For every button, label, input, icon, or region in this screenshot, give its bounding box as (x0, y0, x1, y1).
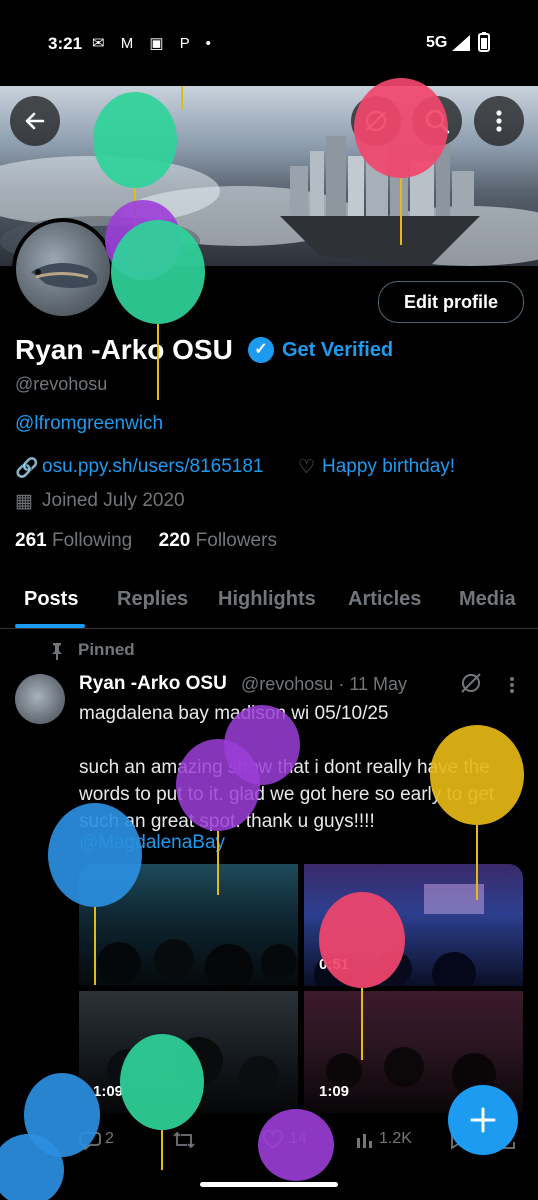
pinned-label: Pinned (78, 640, 135, 659)
media-video-2[interactable]: 1:09 (79, 991, 298, 1113)
verified-badge-icon: ✓ (248, 337, 274, 363)
bio-mention-link[interactable]: @lfromgreenwich (15, 413, 163, 435)
status-time: 3:21 (48, 34, 83, 53)
joined-date: Joined July 2020 (42, 490, 185, 511)
status-bar: 3:21 ✉ M ▣ P • 5G (0, 0, 538, 86)
video-duration: 0:51 (319, 956, 350, 973)
tab-replies[interactable]: Replies (117, 588, 188, 611)
like-count: 14 (289, 1130, 307, 1147)
lizard-image (31, 263, 98, 288)
more-vertical-icon (496, 110, 502, 132)
plus-icon (470, 1107, 496, 1133)
tab-posts[interactable]: Posts (24, 588, 78, 611)
more-vertical-icon[interactable] (509, 676, 515, 694)
views-icon[interactable] (355, 1130, 375, 1150)
followers-link[interactable]: 220 Followers (159, 530, 277, 551)
gesture-nav-handle (200, 1182, 338, 1187)
video-duration: 1:09 (319, 1083, 350, 1100)
battery-icon (478, 32, 490, 52)
tab-media[interactable]: Media (459, 588, 516, 611)
reply-icon[interactable] (79, 1130, 101, 1150)
back-button[interactable] (10, 96, 60, 146)
search-button[interactable] (412, 96, 462, 146)
notification-icons: ✉ M ▣ P • (92, 35, 217, 52)
grok-button[interactable] (351, 96, 401, 146)
follow-stats: 261 Following 220 Followers (15, 530, 277, 552)
grok-icon (365, 110, 387, 132)
search-icon (425, 109, 450, 134)
compose-post-button[interactable] (448, 1085, 518, 1155)
active-tab-indicator (15, 624, 85, 628)
reply-count: 2 (105, 1130, 114, 1147)
birthday-link[interactable]: Happy birthday! (322, 456, 455, 478)
profile-tabs: Posts Replies Highlights Articles Media (0, 570, 538, 629)
signal-icon (452, 35, 470, 51)
post-author-name[interactable]: Ryan -Arko OSU (79, 673, 227, 695)
profile-display-name: Ryan -Arko OSU (15, 334, 233, 365)
tab-articles[interactable]: Articles (348, 588, 421, 611)
network-label: 5G (426, 34, 448, 51)
website-link[interactable]: osu.ppy.sh/users/8165181 (42, 456, 263, 478)
get-verified-link[interactable]: Get Verified (282, 339, 393, 362)
edit-profile-button[interactable]: Edit profile (378, 281, 524, 323)
profile-avatar[interactable] (12, 218, 114, 320)
media-photo-1[interactable] (79, 864, 298, 986)
video-duration: 1:09 (93, 1083, 124, 1100)
tab-highlights[interactable]: Highlights (218, 588, 316, 611)
following-link[interactable]: 261 Following (15, 530, 132, 551)
post-author-avatar[interactable] (15, 674, 65, 724)
link-icon: 🔗 (15, 458, 39, 479)
following-label: Following (51, 530, 133, 551)
post-mention-link[interactable]: @MagdalenaBay (79, 832, 225, 854)
repost-icon[interactable] (172, 1130, 196, 1150)
more-button[interactable] (474, 96, 524, 146)
profile-handle: @revohosu (15, 374, 108, 394)
balloon-icon: ♡ (298, 457, 316, 478)
calendar-icon: ▦ (15, 491, 33, 512)
balloon-blue-3 (0, 1134, 64, 1200)
like-icon[interactable] (262, 1130, 284, 1150)
post-handle-date: @revohosu · 11 May (241, 674, 408, 694)
view-count: 1.2K (379, 1130, 412, 1147)
followers-label: Followers (195, 530, 277, 551)
pin-icon (52, 643, 62, 660)
back-arrow-icon (25, 112, 45, 130)
post-text: magdalena bay madison wi 05/10/25 such a… (79, 703, 495, 832)
followers-count: 220 (158, 530, 191, 551)
media-video-1[interactable]: 0:51 (304, 864, 523, 986)
following-count: 261 (15, 530, 47, 551)
grok-icon[interactable] (460, 672, 482, 694)
